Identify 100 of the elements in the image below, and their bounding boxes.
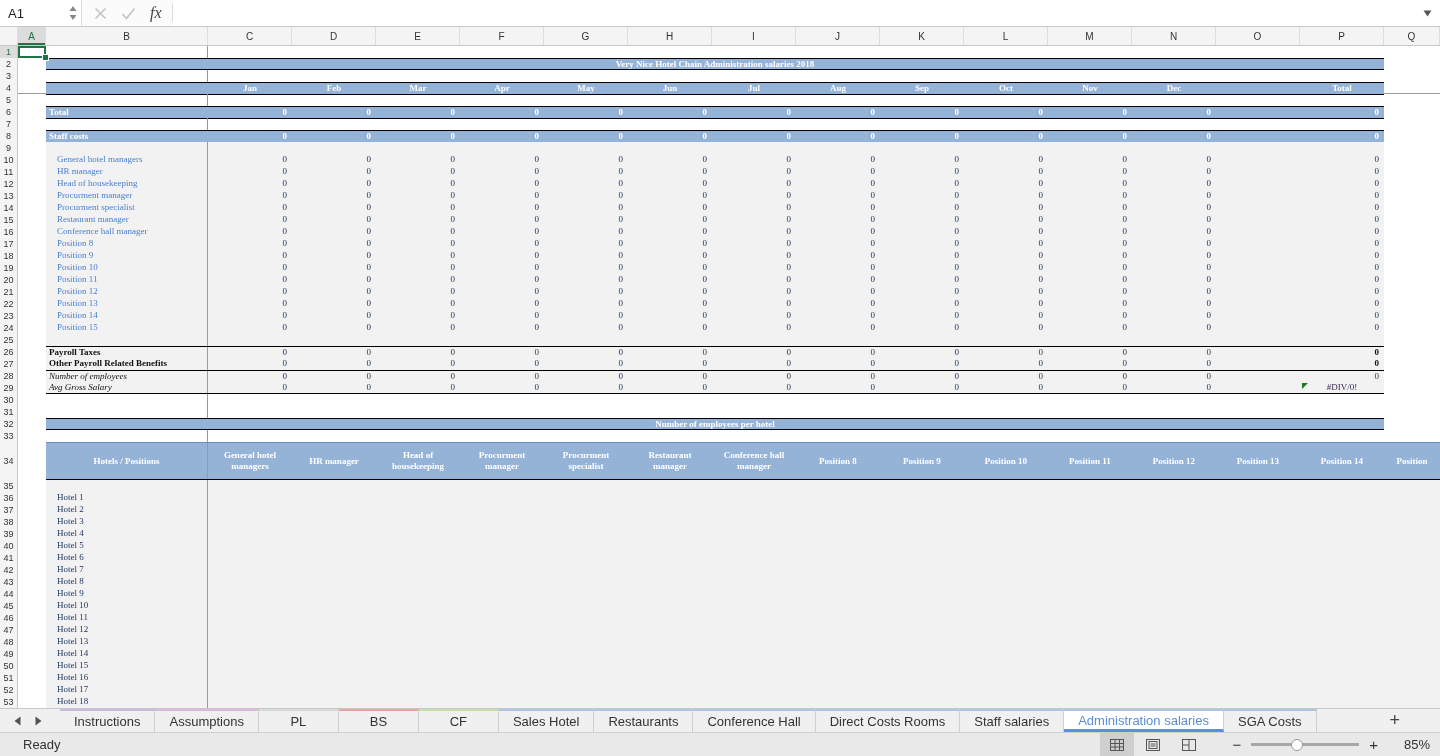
- column-header[interactable]: E: [376, 27, 460, 45]
- row-header[interactable]: 37: [0, 504, 18, 516]
- row-header[interactable]: 13: [0, 190, 18, 202]
- row-header[interactable]: 15: [0, 214, 18, 226]
- formula-field[interactable]: [172, 0, 1440, 26]
- number-cell-text: 0: [1121, 202, 1128, 214]
- column-header[interactable]: B: [46, 27, 208, 45]
- row-header[interactable]: 20: [0, 274, 18, 286]
- zoom-in-button[interactable]: +: [1365, 736, 1382, 753]
- number-cell-text: 0: [365, 382, 372, 393]
- row-header[interactable]: 9: [0, 142, 18, 154]
- row-header[interactable]: 46: [0, 612, 18, 624]
- add-sheet-button[interactable]: +: [1383, 709, 1406, 732]
- row-header[interactable]: 11: [0, 166, 18, 178]
- row-header[interactable]: 16: [0, 226, 18, 238]
- total-cell-text: 0: [1373, 262, 1380, 274]
- row-header[interactable]: 24: [0, 322, 18, 334]
- row-header[interactable]: 35: [0, 480, 18, 492]
- number-cell-text: 0: [449, 322, 456, 334]
- row-header[interactable]: 36: [0, 492, 18, 504]
- column-header[interactable]: H: [628, 27, 712, 45]
- row-header[interactable]: 21: [0, 286, 18, 298]
- row-header[interactable]: 1: [0, 46, 18, 58]
- row-header[interactable]: 44: [0, 588, 18, 600]
- row-header[interactable]: 39: [0, 528, 18, 540]
- row-header[interactable]: 50: [0, 660, 18, 672]
- function-button[interactable]: fx: [150, 4, 162, 22]
- normal-view-button[interactable]: [1100, 733, 1135, 756]
- row-header[interactable]: 22: [0, 298, 18, 310]
- column-header[interactable]: M: [1048, 27, 1132, 45]
- column-heading: Procurment specialist: [561, 449, 611, 473]
- row-header[interactable]: 43: [0, 576, 18, 588]
- column-header[interactable]: O: [1216, 27, 1300, 45]
- row-header[interactable]: 30: [0, 394, 18, 406]
- row-header[interactable]: 10: [0, 154, 18, 166]
- row-header[interactable]: 40: [0, 540, 18, 552]
- row-header[interactable]: 31: [0, 406, 18, 418]
- number-cell-text: 0: [617, 298, 624, 310]
- row-header[interactable]: 17: [0, 238, 18, 250]
- row-header[interactable]: 2: [0, 58, 18, 70]
- number-cell-text: 0: [701, 178, 708, 190]
- column-header[interactable]: G: [544, 27, 628, 45]
- zoom-thumb[interactable]: [1290, 738, 1303, 751]
- row-header[interactable]: 26: [0, 346, 18, 358]
- row-header[interactable]: 53: [0, 696, 18, 708]
- row-header[interactable]: 41: [0, 552, 18, 564]
- column-header[interactable]: P: [1300, 27, 1384, 45]
- column-header[interactable]: Q: [1384, 27, 1440, 45]
- scroll-right-icon[interactable]: [35, 715, 42, 726]
- row-header[interactable]: 18: [0, 250, 18, 262]
- stepper-icon[interactable]: [69, 5, 77, 21]
- active-cell[interactable]: [18, 46, 46, 58]
- zoom-level: 85%: [1402, 737, 1431, 752]
- column-header[interactable]: D: [292, 27, 376, 45]
- name-box[interactable]: A1: [0, 0, 82, 26]
- row-header[interactable]: 25: [0, 334, 18, 346]
- scroll-left-icon[interactable]: [14, 715, 21, 726]
- column-header[interactable]: L: [964, 27, 1048, 45]
- row-header[interactable]: 38: [0, 516, 18, 528]
- column-header[interactable]: F: [460, 27, 544, 45]
- row-header[interactable]: 52: [0, 684, 18, 696]
- row-header[interactable]: 48: [0, 636, 18, 648]
- cell-reference: A1: [8, 5, 24, 21]
- row-header[interactable]: 12: [0, 178, 18, 190]
- number-cell-text: 0: [1037, 310, 1044, 322]
- row-header[interactable]: 14: [0, 202, 18, 214]
- zoom-out-button[interactable]: −: [1228, 736, 1246, 753]
- row-header[interactable]: 49: [0, 648, 18, 660]
- number-cell-text: 0: [701, 262, 708, 274]
- number-cell-text: 0: [953, 347, 960, 358]
- row-header[interactable]: 34: [0, 442, 18, 480]
- number-cell-text: 0: [1205, 358, 1212, 370]
- row-header[interactable]: 28: [0, 370, 18, 382]
- row-header[interactable]: 27: [0, 358, 18, 370]
- number-cell-text: 0: [869, 262, 876, 274]
- row-header[interactable]: 5: [0, 94, 18, 106]
- row-header[interactable]: 42: [0, 564, 18, 576]
- row-header[interactable]: 33: [0, 430, 18, 442]
- column-heading: Conference hall manager: [722, 449, 786, 473]
- number-cell-text: 0: [281, 358, 288, 370]
- column-header[interactable]: N: [1132, 27, 1216, 45]
- column-header[interactable]: J: [796, 27, 880, 45]
- number-cell-text: 0: [365, 154, 372, 166]
- row-header[interactable]: 3: [0, 70, 18, 82]
- column-header[interactable]: I: [712, 27, 796, 45]
- row-header[interactable]: 29: [0, 382, 18, 394]
- column-header[interactable]: K: [880, 27, 964, 45]
- row-header[interactable]: 7: [0, 118, 18, 130]
- row-header[interactable]: 47: [0, 624, 18, 636]
- column-header[interactable]: C: [208, 27, 292, 45]
- row-header[interactable]: 32: [0, 418, 18, 430]
- row-header[interactable]: 45: [0, 600, 18, 612]
- number-cell-text: 0: [281, 107, 288, 118]
- checkmark-icon[interactable]: [121, 6, 136, 20]
- row-header[interactable]: 23: [0, 310, 18, 322]
- number-cell-text: 0: [953, 298, 960, 310]
- row-header[interactable]: 51: [0, 672, 18, 684]
- row-header[interactable]: 19: [0, 262, 18, 274]
- dropdown-caret-icon[interactable]: [1423, 9, 1432, 17]
- column-header[interactable]: A: [18, 27, 46, 45]
